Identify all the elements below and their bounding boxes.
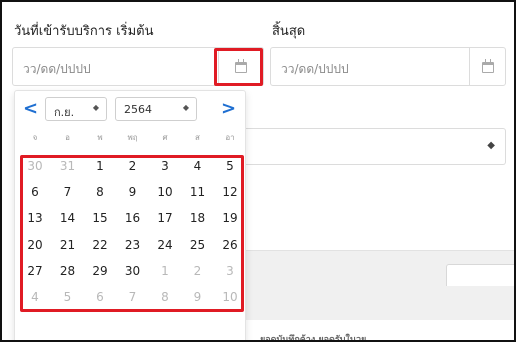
prev-month-button[interactable]: <: [23, 98, 38, 119]
next-month-button[interactable]: >: [221, 98, 236, 119]
weekday-label: อ: [65, 133, 70, 142]
year-select-value: 2564: [124, 103, 152, 116]
weekday-label: ศ: [162, 133, 168, 142]
end-calendar-button[interactable]: [469, 48, 505, 85]
background-select[interactable]: ◆: [242, 128, 506, 165]
weekday-label: อา: [225, 133, 235, 142]
weekday-label: ส: [195, 133, 200, 142]
year-select[interactable]: 2564 ◆: [115, 97, 197, 121]
calendar-icon: [481, 58, 494, 73]
end-date-label: สิ้นสุด: [272, 24, 306, 39]
background-table-header: ยอดบันทึกค้าง ยอดรับในวย: [260, 335, 367, 342]
start-date-label: วันที่เข้ารับบริการ เริ่มต้น: [14, 24, 154, 39]
weekday-header: จ อ พ พฤ ศ ส อา: [23, 131, 247, 145]
end-date-input[interactable]: วว/ดด/ปปปป: [270, 47, 506, 86]
background-tab[interactable]: [446, 264, 514, 286]
weekday-label: พฤ: [127, 133, 138, 142]
month-select[interactable]: ก.ย. ◆: [45, 97, 107, 121]
select-caret-icon: ◆: [487, 140, 495, 151]
select-arrow-icon: ◆: [92, 103, 99, 112]
calendar-button-highlight: [214, 48, 263, 86]
end-date-placeholder: วว/ดด/ปปปป: [281, 62, 349, 76]
screen-frame: วันที่เข้ารับบริการ เริ่มต้น สิ้นสุด วว/…: [0, 0, 516, 342]
day-grid-highlight: [20, 155, 244, 312]
month-select-value: ก.ย.: [54, 106, 75, 119]
weekday-label: พ: [97, 133, 103, 142]
weekday-label: จ: [32, 133, 38, 142]
start-date-placeholder: วว/ดด/ปปปป: [23, 62, 91, 76]
select-arrow-icon: ◆: [182, 103, 189, 112]
